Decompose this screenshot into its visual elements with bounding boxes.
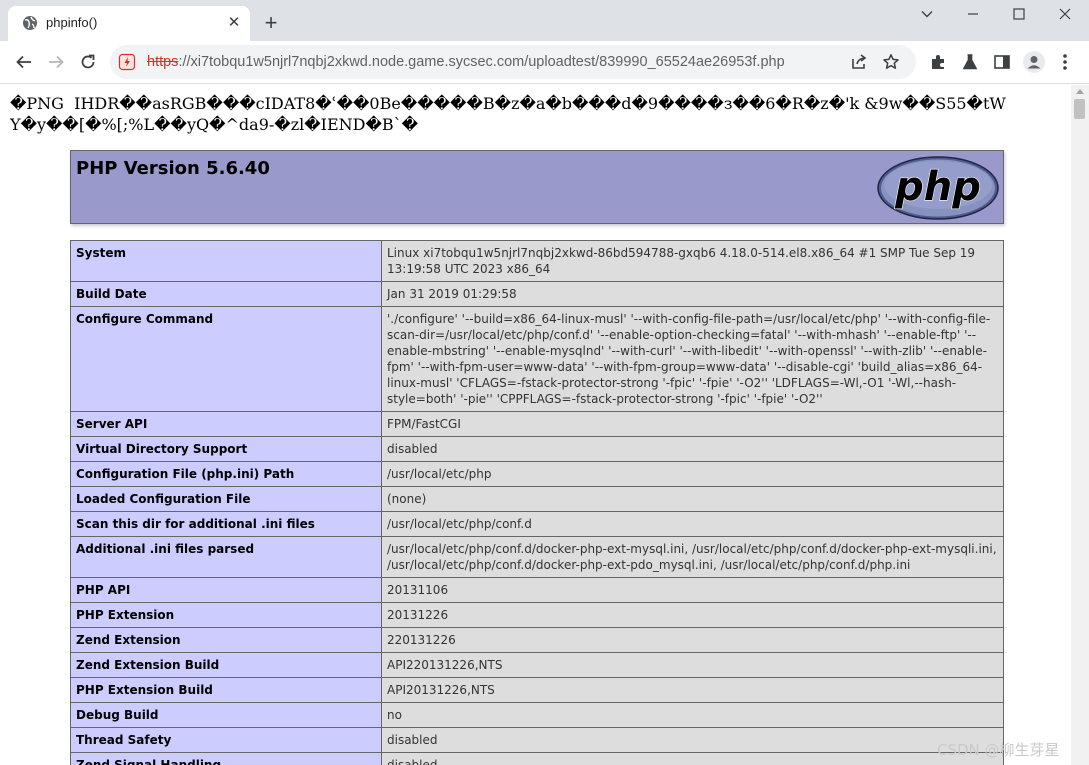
row-value: /usr/local/etc/php bbox=[382, 462, 1004, 487]
row-key: PHP Extension bbox=[71, 603, 382, 628]
row-key: Zend Extension bbox=[71, 628, 382, 653]
row-value: disabled bbox=[382, 437, 1004, 462]
table-row: Zend Signal Handling disabled bbox=[71, 753, 1004, 765]
row-key: Loaded Configuration File bbox=[71, 487, 382, 512]
row-key: Build Date bbox=[71, 282, 382, 307]
table-row: Additional .ini files parsed/usr/local/e… bbox=[71, 537, 1004, 578]
row-value: /usr/local/etc/php/conf.d bbox=[382, 512, 1004, 537]
php-version-header: PHP Version 5.6.40 php bbox=[70, 150, 1004, 224]
scroll-up-arrow-icon[interactable] bbox=[1076, 89, 1084, 94]
row-key: Scan this dir for additional .ini files bbox=[71, 512, 382, 537]
url-scheme: https bbox=[147, 54, 178, 70]
table-row: PHP API 20131106 bbox=[71, 578, 1004, 603]
table-row: System Linux xi7tobqu1w5njrl7nqbj2xkwd-86… bbox=[71, 241, 1004, 282]
table-row: PHP Extension 20131226 bbox=[71, 603, 1004, 628]
minimize-button[interactable] bbox=[950, 2, 996, 26]
maximize-button[interactable] bbox=[996, 2, 1042, 26]
row-key: System bbox=[71, 241, 382, 282]
table-row: Zend Extension 220131226 bbox=[71, 628, 1004, 653]
phpinfo-table: System Linux xi7tobqu1w5njrl7nqbj2xkwd-86… bbox=[70, 240, 1004, 765]
share-icon[interactable] bbox=[850, 53, 868, 71]
forward-button[interactable] bbox=[44, 50, 68, 74]
tab-search-button[interactable] bbox=[904, 2, 950, 26]
reload-icon bbox=[79, 53, 97, 71]
row-value: Linux xi7tobqu1w5njrl7nqbj2xkwd-86bd5947… bbox=[382, 241, 1004, 282]
person-icon bbox=[1023, 51, 1045, 73]
back-button[interactable] bbox=[12, 50, 36, 74]
close-tab-icon[interactable]: ✕ bbox=[225, 14, 243, 32]
tab-strip: phpinfo() ✕ + bbox=[0, 0, 1089, 41]
side-panel-icon[interactable] bbox=[993, 53, 1011, 71]
row-key: PHP API bbox=[71, 578, 382, 603]
tab-phpinfo[interactable]: phpinfo() ✕ bbox=[8, 6, 250, 41]
row-value: 220131226 bbox=[382, 628, 1004, 653]
vertical-scrollbar[interactable] bbox=[1071, 85, 1089, 765]
row-value: Jan 31 2019 01:29:58 bbox=[382, 282, 1004, 307]
reload-button[interactable] bbox=[76, 50, 100, 74]
table-row: Server API FPM/FastCGI bbox=[71, 412, 1004, 437]
row-key: Configure Command bbox=[71, 307, 382, 412]
row-key: Server API bbox=[71, 412, 382, 437]
profile-avatar[interactable] bbox=[1023, 51, 1045, 73]
row-key: Virtual Directory Support bbox=[71, 437, 382, 462]
row-key: PHP Extension Build bbox=[71, 678, 382, 703]
not-secure-warning-icon[interactable] bbox=[118, 53, 136, 71]
table-row: Loaded Configuration File (none) bbox=[71, 487, 1004, 512]
table-row: Zend Extension Build API220131226,NTS bbox=[71, 653, 1004, 678]
row-value: API220131226,NTS bbox=[382, 653, 1004, 678]
browser-toolbar: https://xi7tobqu1w5njrl7nqbj2xkwd.node.g… bbox=[0, 41, 1089, 84]
row-value: (none) bbox=[382, 487, 1004, 512]
row-value: 20131226 bbox=[382, 603, 1004, 628]
chevron-down-icon bbox=[921, 8, 933, 20]
arrow-left-icon bbox=[15, 53, 33, 71]
binary-garbage-text: �PNG  IHDR��asRGB���cIDAT8�ʿ��0… bbox=[10, 93, 1010, 135]
table-row: Thread Safety disabled bbox=[71, 728, 1004, 753]
row-value: no bbox=[382, 703, 1004, 728]
more-menu-icon[interactable] bbox=[1062, 52, 1068, 72]
page-viewport: �PNG  IHDR��asRGB���cIDAT8�ʿ��0… bbox=[0, 85, 1071, 765]
address-bar[interactable]: https://xi7tobqu1w5njrl7nqbj2xkwd.node.g… bbox=[110, 45, 916, 79]
table-row: Build Date Jan 31 2019 01:29:58 bbox=[71, 282, 1004, 307]
table-row: Debug Build no bbox=[71, 703, 1004, 728]
tab-title: phpinfo() bbox=[46, 15, 97, 30]
php-logo: php bbox=[877, 155, 999, 221]
close-icon bbox=[1059, 8, 1071, 20]
row-value: FPM/FastCGI bbox=[382, 412, 1004, 437]
close-window-button[interactable] bbox=[1042, 2, 1088, 26]
row-value: disabled bbox=[382, 728, 1004, 753]
row-value: './configure' '--build=x86_64-linux-musl… bbox=[382, 307, 1004, 412]
table-row: Virtual Directory Support disabled bbox=[71, 437, 1004, 462]
row-key: Thread Safety bbox=[71, 728, 382, 753]
table-row: PHP Extension Build API20131226,NTS bbox=[71, 678, 1004, 703]
php-version-title: PHP Version 5.6.40 bbox=[76, 158, 270, 179]
row-key: Zend Extension Build bbox=[71, 653, 382, 678]
csdn-watermark: CSDN @柳生芽星 bbox=[937, 739, 1060, 760]
svg-text:php: php bbox=[894, 164, 981, 210]
row-key: Additional .ini files parsed bbox=[71, 537, 382, 578]
row-value: API20131226,NTS bbox=[382, 678, 1004, 703]
new-tab-button[interactable]: + bbox=[258, 11, 284, 37]
table-row: Scan this dir for additional .ini files /… bbox=[71, 512, 1004, 537]
extensions-puzzle-icon[interactable] bbox=[929, 53, 947, 71]
maximize-icon bbox=[1013, 8, 1025, 20]
table-row: Configuration File (php.ini) Path/usr/lo… bbox=[71, 462, 1004, 487]
globe-icon bbox=[22, 15, 38, 31]
bookmark-star-icon[interactable] bbox=[882, 53, 900, 71]
row-key: Zend Signal Handling bbox=[71, 753, 382, 765]
url-path: ://xi7tobqu1w5njrl7nqbj2xkwd.node.game.s… bbox=[178, 54, 784, 70]
minimize-icon bbox=[967, 8, 979, 20]
row-value: 20131106 bbox=[382, 578, 1004, 603]
arrow-right-icon bbox=[47, 53, 65, 71]
row-key: Debug Build bbox=[71, 703, 382, 728]
scrollbar-thumb[interactable] bbox=[1074, 99, 1085, 119]
url-text[interactable]: https://xi7tobqu1w5njrl7nqbj2xkwd.node.g… bbox=[147, 54, 785, 70]
row-key: Configuration File (php.ini) Path bbox=[71, 462, 382, 487]
table-row: Configure Command './configure' '--build=… bbox=[71, 307, 1004, 412]
row-value: /usr/local/etc/php/conf.d/docker-php-ext… bbox=[382, 537, 1004, 578]
flask-icon[interactable] bbox=[961, 53, 979, 71]
row-value: disabled bbox=[382, 753, 1004, 765]
